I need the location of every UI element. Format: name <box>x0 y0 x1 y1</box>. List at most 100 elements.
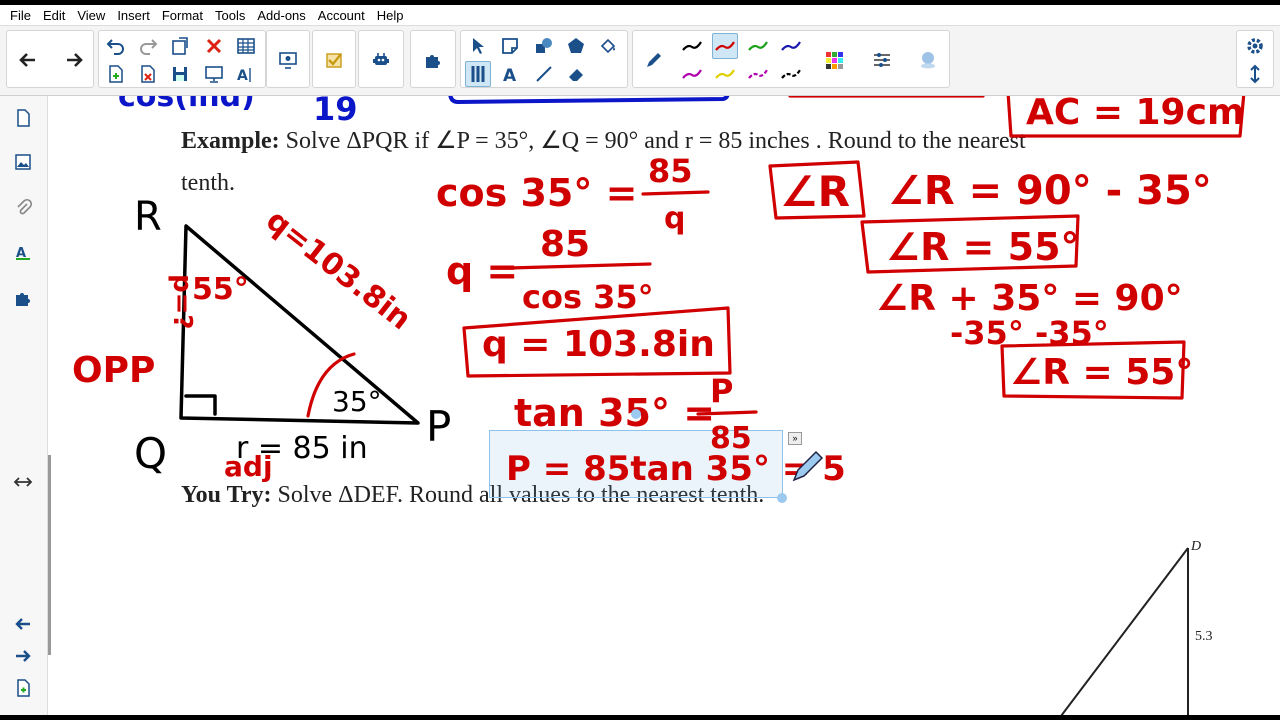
pen-swatch-1[interactable] <box>679 33 705 59</box>
text-icon[interactable]: A <box>497 61 523 87</box>
fraction-bar-3 <box>696 410 758 416</box>
menu-format[interactable]: Format <box>156 8 209 23</box>
next-page-icon[interactable] <box>9 642 37 670</box>
label-adj: adj <box>224 450 273 483</box>
settings-icon[interactable] <box>1242 33 1268 59</box>
menu-tools[interactable]: Tools <box>209 8 251 23</box>
activity-group <box>358 30 404 88</box>
eq-cos35-den: q <box>664 201 685 236</box>
check-icon[interactable] <box>321 47 347 73</box>
pen-swatch-4[interactable] <box>778 33 804 59</box>
eq-r2: ∠R = 55° <box>886 225 1080 269</box>
settings-group <box>1236 30 1274 88</box>
capture-group <box>266 30 310 88</box>
screen-shade-icon[interactable] <box>201 61 227 87</box>
bottom-edge <box>0 715 1280 720</box>
eq-tan35-num: P <box>710 372 733 410</box>
puzzle-icon[interactable] <box>420 47 446 73</box>
menu-help[interactable]: Help <box>371 8 410 23</box>
fill-icon[interactable] <box>595 33 621 59</box>
expand-icon[interactable] <box>1242 61 1268 87</box>
selection-handle-bottom[interactable] <box>777 493 787 503</box>
eq-q-result: q = 103.8in <box>482 324 715 365</box>
selection-handle-top[interactable] <box>631 409 641 419</box>
drawing-tools-icon[interactable] <box>465 61 491 87</box>
vertex-q: Q <box>134 429 167 478</box>
pen-swatch-3[interactable] <box>745 33 771 59</box>
eq-cos35-num: 85 <box>648 152 693 190</box>
pens-group <box>632 30 950 88</box>
add-ons-tab-icon[interactable] <box>9 284 37 312</box>
menu-view[interactable]: View <box>71 8 111 23</box>
properties-tab-icon[interactable]: A <box>9 238 37 266</box>
pen-swatch-7[interactable] <box>745 61 771 87</box>
prev-page-icon[interactable] <box>9 610 37 638</box>
resize-icon[interactable] <box>9 468 37 496</box>
check-group <box>312 30 356 88</box>
redo-icon[interactable] <box>135 33 161 59</box>
pen-swatch-8[interactable] <box>778 61 804 87</box>
scrollbar[interactable] <box>48 455 51 655</box>
menu-account[interactable]: Account <box>312 8 371 23</box>
note-icon[interactable] <box>497 33 523 59</box>
side-p-unknown: p=? <box>167 274 197 329</box>
svg-text:A: A <box>503 66 517 84</box>
side-q-label: q=103.8in <box>259 203 417 337</box>
eq-cos35: cos 35° = <box>436 171 637 215</box>
delete-icon[interactable] <box>201 33 227 59</box>
delete-page-icon[interactable] <box>135 61 161 87</box>
svg-text:A: A <box>237 68 248 84</box>
ink-layer: cos(ind) 19 AC = 19cm R Q P 55° 35° p=? … <box>72 96 1246 720</box>
pen-swatch-5[interactable] <box>679 61 705 87</box>
pen-swatch-2[interactable] <box>712 33 738 59</box>
label-opp: OPP <box>72 350 155 391</box>
table-icon[interactable] <box>233 33 259 59</box>
select-icon[interactable] <box>465 33 491 59</box>
eq-r5: ∠R = 55° <box>1010 352 1193 393</box>
shapes-icon[interactable] <box>531 33 557 59</box>
page-sorter-icon[interactable] <box>9 104 37 132</box>
activity-icon[interactable] <box>368 47 394 73</box>
gallery-icon[interactable] <box>9 148 37 176</box>
add-page-icon[interactable] <box>9 674 37 702</box>
eq-p: P = 85tan 35° = 5 <box>506 449 846 489</box>
ink-top-right: AC = 19cm <box>1026 96 1244 133</box>
properties-icon[interactable] <box>869 47 895 73</box>
screen-capture-icon[interactable] <box>275 47 301 73</box>
menu-add-ons[interactable]: Add-ons <box>251 8 311 23</box>
undo-icon[interactable] <box>103 33 129 59</box>
attachments-icon[interactable] <box>9 194 37 222</box>
angle-r-label: ∠R <box>780 167 850 216</box>
paste-icon[interactable] <box>167 33 193 59</box>
side-tab-bar: A <box>0 96 48 720</box>
polygon-icon[interactable] <box>563 33 589 59</box>
edit-group: A <box>98 30 266 88</box>
back-arrow-icon[interactable] <box>15 47 41 73</box>
color-grid-icon[interactable] <box>821 47 847 73</box>
handwriting-recognition-icon[interactable]: A <box>233 61 259 87</box>
save-icon[interactable] <box>167 61 193 87</box>
forward-arrow-icon[interactable] <box>61 47 87 73</box>
angle-55: 55° <box>192 272 249 307</box>
ink-top-num: 19 <box>313 96 358 128</box>
pen-icon[interactable] <box>641 47 667 73</box>
nav-group <box>6 30 94 88</box>
magic-ink-icon[interactable] <box>915 47 941 73</box>
menu-insert[interactable]: Insert <box>111 8 156 23</box>
fraction-bar-2 <box>508 262 652 270</box>
new-page-icon[interactable] <box>103 61 129 87</box>
fraction-bar-1 <box>641 190 710 196</box>
ink-blue-bracket <box>448 96 730 105</box>
eq-q-den: cos 35° <box>522 278 654 316</box>
pen-swatch-6[interactable] <box>712 61 738 87</box>
ink-top-left: cos(ind) <box>118 96 255 114</box>
eq-q: q = <box>446 249 518 293</box>
menu-bar: File Edit View Insert Format Tools Add-o… <box>0 5 1280 26</box>
eraser-icon[interactable] <box>563 61 589 87</box>
whiteboard-page[interactable]: Example: Solve ΔPQR if ∠P = 35°, ∠Q = 90… <box>58 96 1280 720</box>
menu-edit[interactable]: Edit <box>37 8 71 23</box>
right-angle-mark <box>184 394 217 416</box>
line-icon[interactable] <box>531 61 557 87</box>
angle-35: 35° <box>332 385 382 418</box>
menu-file[interactable]: File <box>4 8 37 23</box>
